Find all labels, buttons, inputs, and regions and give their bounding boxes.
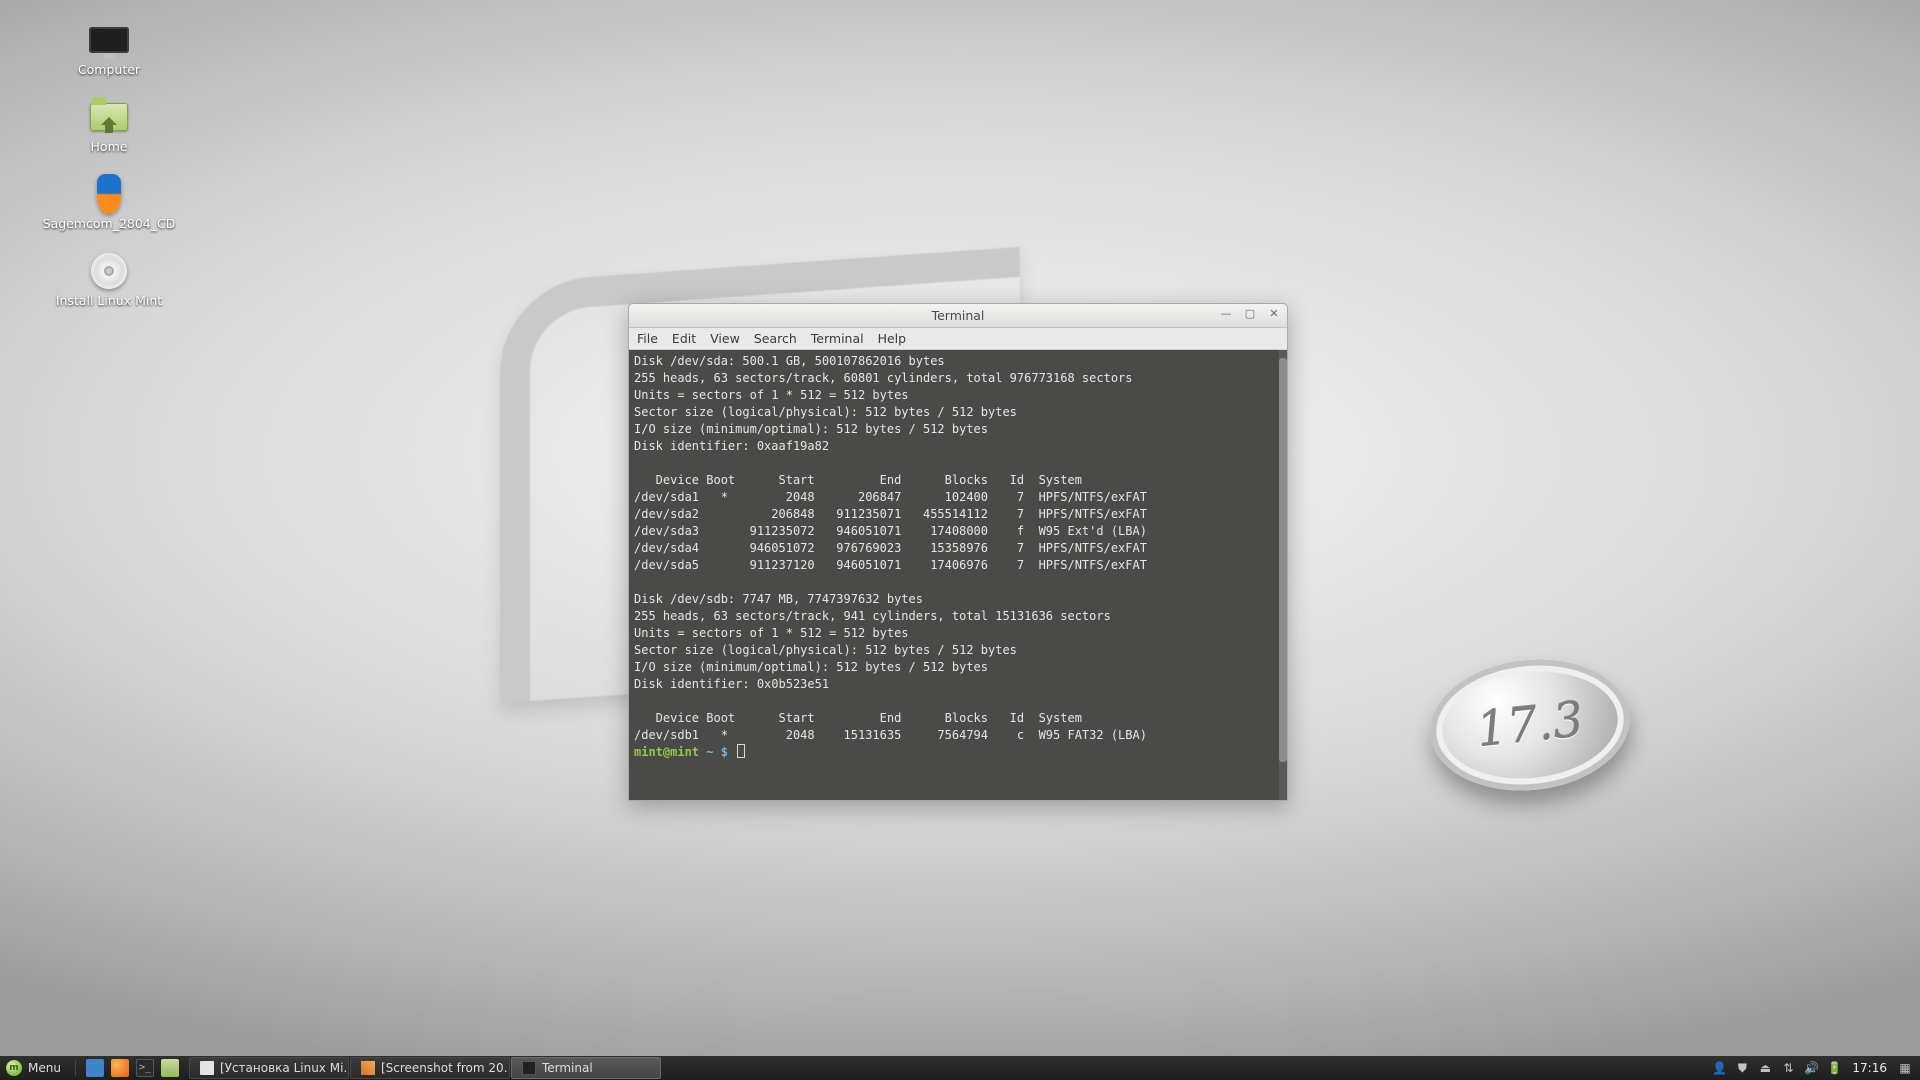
terminal-cursor [737, 744, 745, 758]
wallpaper-version-badge: 17.3 [1474, 692, 1586, 759]
terminal-line: /dev/sdb1 * 2048 15131635 7564794 c W95 … [634, 728, 1147, 742]
cd-icon [91, 253, 127, 289]
terminal-line: 255 heads, 63 sectors/track, 941 cylinde… [634, 609, 1111, 623]
terminal-icon [522, 1061, 536, 1075]
desktop-icon-label: Sagemcom_2804_CD [43, 216, 176, 231]
terminal-line: Sector size (logical/physical): 512 byte… [634, 405, 1017, 419]
terminal-window[interactable]: Terminal — ▢ ✕ File Edit View Search Ter… [628, 303, 1288, 801]
menu-view[interactable]: View [710, 331, 740, 346]
terminal-line: Device Boot Start End Blocks Id System [634, 711, 1082, 725]
terminal-line: Units = sectors of 1 * 512 = 512 bytes [634, 388, 909, 402]
network-icon[interactable]: ⇅ [1781, 1061, 1795, 1075]
minimize-button[interactable]: — [1219, 307, 1233, 320]
terminal-menubar: File Edit View Search Terminal Help [629, 328, 1287, 350]
update-manager-icon[interactable]: ⛊ [1735, 1061, 1749, 1075]
terminal-line: /dev/sda5 911237120 946051071 17406976 7… [634, 558, 1147, 572]
mint-logo-icon: m [6, 1060, 22, 1076]
terminal-prompt-userhost: mint@mint [634, 745, 699, 759]
home-folder-icon [90, 103, 128, 131]
computer-icon [89, 27, 129, 53]
task-label: Terminal [542, 1061, 593, 1075]
firefox-icon[interactable] [111, 1059, 129, 1077]
volume-icon[interactable]: 🔊 [1804, 1061, 1818, 1075]
terminal-line: I/O size (minimum/optimal): 512 bytes / … [634, 422, 988, 436]
system-tray: 👤 ⛊ ⏏ ⇅ 🔊 🔋 17:16 ▦ [1704, 1056, 1920, 1080]
files-launcher-icon[interactable] [161, 1059, 179, 1077]
terminal-line: /dev/sda4 946051072 976769023 15358976 7… [634, 541, 1147, 555]
terminal-line: /dev/sda1 * 2048 206847 102400 7 HPFS/NT… [634, 490, 1147, 504]
terminal-launcher-icon[interactable]: >_ [136, 1059, 154, 1077]
desktop-icon-label: Install Linux Mint [56, 293, 162, 308]
document-icon [200, 1061, 214, 1075]
maximize-button[interactable]: ▢ [1243, 307, 1257, 320]
menu-edit[interactable]: Edit [672, 331, 696, 346]
task-label: [Screenshot from 20… [381, 1061, 510, 1075]
terminal-line: 255 heads, 63 sectors/track, 60801 cylin… [634, 371, 1133, 385]
terminal-scrollbar[interactable] [1279, 350, 1287, 800]
desktop-icon-label: Home [91, 139, 128, 154]
menu-terminal[interactable]: Terminal [811, 331, 864, 346]
taskbar-task-terminal[interactable]: Terminal [511, 1057, 661, 1079]
terminal-line: /dev/sda2 206848 911235071 455514112 7 H… [634, 507, 1147, 521]
workspace-switcher-icon[interactable]: ▦ [1898, 1061, 1912, 1075]
scrollbar-thumb[interactable] [1279, 358, 1287, 762]
taskbar-clock[interactable]: 17:16 [1850, 1061, 1889, 1075]
desktop-icon-label: Computer [78, 62, 140, 77]
quick-launch: >_ [80, 1056, 185, 1080]
desktop-icon-sagemcom[interactable]: Sagemcom_2804_CD [24, 176, 194, 231]
terminal-line: I/O size (minimum/optimal): 512 bytes / … [634, 660, 988, 674]
close-button[interactable]: ✕ [1267, 307, 1281, 320]
terminal-prompt-path: ~ $ [706, 745, 728, 759]
menu-search[interactable]: Search [754, 331, 797, 346]
terminal-line: Sector size (logical/physical): 512 byte… [634, 643, 1017, 657]
user-icon[interactable]: 👤 [1712, 1061, 1726, 1075]
terminal-line: Disk /dev/sdb: 7747 MB, 7747397632 bytes [634, 592, 923, 606]
removable-media-icon[interactable]: ⏏ [1758, 1061, 1772, 1075]
battery-icon[interactable]: 🔋 [1827, 1061, 1841, 1075]
terminal-line: Disk identifier: 0xaaf19a82 [634, 439, 829, 453]
menu-help[interactable]: Help [878, 331, 907, 346]
terminal-line: Disk identifier: 0x0b523e51 [634, 677, 829, 691]
taskbar-task-list: [Установка Linux Mi… [Screenshot from 20… [189, 1056, 661, 1080]
desktop-icon-home[interactable]: Home [24, 99, 194, 154]
terminal-line: Units = sectors of 1 * 512 = 512 bytes [634, 626, 909, 640]
terminal-line: Device Boot Start End Blocks Id System [634, 473, 1082, 487]
image-icon [361, 1061, 375, 1075]
taskbar: m Menu >_ [Установка Linux Mi… [Screensh… [0, 1056, 1920, 1080]
desktop-icon-install-mint[interactable]: Install Linux Mint [24, 253, 194, 308]
window-title: Terminal [932, 308, 985, 323]
terminal-viewport[interactable]: Disk /dev/sda: 500.1 GB, 500107862016 by… [629, 350, 1287, 800]
desktop-icon-computer[interactable]: Computer [24, 22, 194, 77]
start-menu-button[interactable]: m Menu [0, 1056, 71, 1080]
taskbar-task-screenshot[interactable]: [Screenshot from 20… [350, 1057, 510, 1079]
terminal-line: /dev/sda3 911235072 946051071 17408000 f… [634, 524, 1147, 538]
menu-file[interactable]: File [637, 331, 658, 346]
ribbon-icon [97, 174, 121, 214]
start-menu-label: Menu [28, 1061, 61, 1075]
taskbar-separator [75, 1060, 76, 1076]
terminal-line: Disk /dev/sda: 500.1 GB, 500107862016 by… [634, 354, 945, 368]
show-desktop-icon[interactable] [86, 1059, 104, 1077]
task-label: [Установка Linux Mi… [220, 1061, 349, 1075]
taskbar-task-installer[interactable]: [Установка Linux Mi… [189, 1057, 349, 1079]
window-titlebar[interactable]: Terminal — ▢ ✕ [629, 304, 1287, 328]
